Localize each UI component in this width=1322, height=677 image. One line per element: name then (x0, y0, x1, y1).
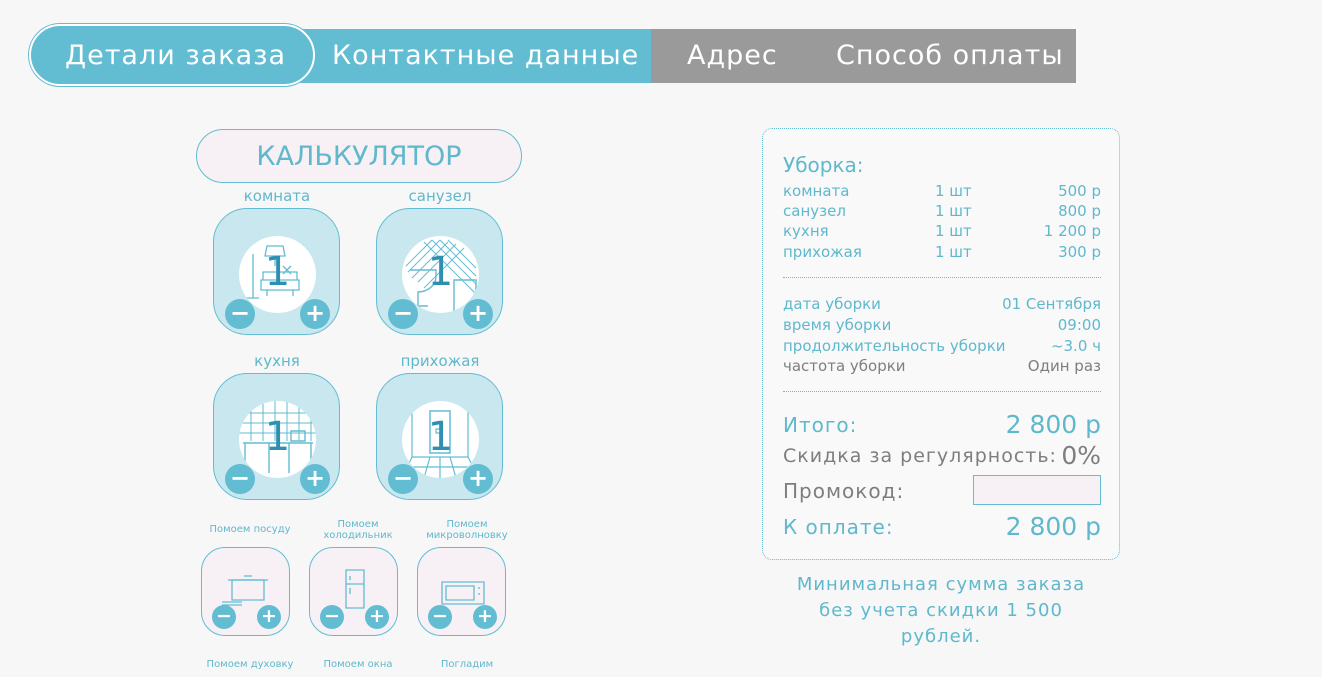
summary-item-name: санузел (783, 202, 846, 220)
summary-item-qty: 1 шт (935, 202, 972, 220)
summary-detail-value: 09:00 (1057, 316, 1101, 334)
extra-card-microwave: − + (417, 547, 506, 636)
minimum-order-note: Минимальная сумма заказа без учета скидк… (762, 572, 1120, 650)
tab-contacts-label[interactable]: Контактные данные (332, 42, 639, 69)
summary-item-name: кухня (783, 222, 829, 240)
summary-detail-label: продолжительность уборки (783, 337, 1006, 355)
room-label-living: комната (243, 187, 311, 205)
summary-item-price: 500 р (1058, 182, 1101, 200)
summary-item-row: комната 1 шт 500 р (783, 181, 1101, 201)
pay-value: 2 800 р (1005, 512, 1101, 541)
minimum-order-note-line: Минимальная сумма заказа (796, 574, 1086, 595)
extra-label-fridge: Помоем холодильник (323, 519, 393, 541)
discount-value: 0% (1061, 441, 1101, 470)
total-label: Итого: (783, 413, 858, 437)
extra-label-ironing: Погладим (440, 659, 494, 670)
summary-detail-label: частота уборки (783, 357, 906, 375)
fridge-plus-button[interactable]: + (365, 605, 389, 629)
tab-address-label[interactable]: Адрес (687, 42, 778, 69)
order-summary-panel: Уборка: комната 1 шт 500 р санузел 1 шт … (762, 128, 1120, 560)
extra-card-dishes: − + (201, 547, 290, 636)
room-card-bathroom: 1 − + (376, 208, 503, 335)
summary-detail-value: 01 Сентября (1002, 295, 1101, 313)
room-label-kitchen: кухня (254, 352, 300, 370)
minimum-order-note-line: без учета скидки 1 500 (819, 600, 1063, 621)
summary-detail-row: время уборки 09:00 (783, 315, 1101, 335)
summary-divider (783, 391, 1101, 392)
pay-label: К оплате: (783, 515, 894, 539)
room-card-hallway: 1 − + (376, 373, 503, 500)
summary-item-name: прихожая (783, 243, 862, 261)
room-label-bathroom: санузел (408, 187, 472, 205)
extra-label-dishes: Помоем посуду (209, 524, 291, 535)
pay-row: К оплате: 2 800 р (783, 511, 1101, 543)
summary-item-qty: 1 шт (935, 222, 972, 240)
summary-item-price: 300 р (1058, 243, 1101, 261)
dishes-plus-button[interactable]: + (257, 605, 281, 629)
summary-item-price: 800 р (1058, 202, 1101, 220)
hallway-plus-button[interactable]: + (463, 464, 493, 494)
calculator-title: КАЛЬКУЛЯТОР (196, 129, 522, 183)
extra-label-microwave: Помоем микроволновку (426, 519, 508, 541)
fridge-minus-button[interactable]: − (320, 605, 344, 629)
minimum-order-note-line: рублей. (900, 626, 982, 647)
summary-detail-row: продолжительность уборки ~3.0 ч (783, 336, 1101, 356)
extra-card-fridge: − + (309, 547, 398, 636)
summary-item-row: прихожая 1 шт 300 р (783, 242, 1101, 262)
hallway-minus-button[interactable]: − (388, 464, 418, 494)
promo-code-input[interactable] (973, 475, 1101, 505)
tab-order-details-label[interactable]: Детали заказа (65, 42, 286, 69)
bathroom-plus-button[interactable]: + (463, 299, 493, 329)
promo-label: Промокод: (783, 479, 905, 503)
total-value: 2 800 р (1005, 410, 1101, 439)
summary-item-qty: 1 шт (935, 243, 972, 261)
kitchen-minus-button[interactable]: − (225, 464, 255, 494)
summary-item-qty: 1 шт (935, 182, 972, 200)
summary-item-row: кухня 1 шт 1 200 р (783, 221, 1101, 241)
summary-detail-row: частота уборки Один раз (783, 356, 1101, 376)
discount-row: Скидка за регулярность: 0% (783, 440, 1101, 472)
total-row: Итого: 2 800 р (783, 409, 1101, 441)
tab-payment-label[interactable]: Способ оплаты (836, 42, 1064, 69)
bathroom-minus-button[interactable]: − (388, 299, 418, 329)
room-label-hallway: прихожая (400, 352, 480, 370)
extra-label-windows: Помоем окна (323, 659, 393, 670)
living-minus-button[interactable]: − (225, 299, 255, 329)
order-steps-tabs: Детали заказа Контактные данные Адрес Сп… (29, 24, 1079, 86)
summary-divider (783, 277, 1101, 278)
kitchen-plus-button[interactable]: + (300, 464, 330, 494)
summary-heading: Уборка: (783, 153, 864, 177)
summary-detail-label: время уборки (783, 316, 892, 334)
microwave-plus-button[interactable]: + (473, 605, 497, 629)
microwave-minus-button[interactable]: − (428, 605, 452, 629)
summary-detail-row: дата уборки 01 Сентября (783, 294, 1101, 314)
living-plus-button[interactable]: + (300, 299, 330, 329)
summary-item-row: санузел 1 шт 800 р (783, 201, 1101, 221)
room-card-kitchen: 1 − + (213, 373, 340, 500)
summary-item-name: комната (783, 182, 850, 200)
summary-detail-label: дата уборки (783, 295, 881, 313)
summary-detail-value: ~3.0 ч (1050, 337, 1101, 355)
dishes-minus-button[interactable]: − (212, 605, 236, 629)
discount-label: Скидка за регулярность: (783, 445, 1057, 467)
extra-label-oven: Помоем духовку (206, 659, 294, 670)
room-card-living: 1 − + (213, 208, 340, 335)
summary-detail-value: Один раз (1027, 357, 1101, 375)
summary-item-price: 1 200 р (1043, 222, 1101, 240)
